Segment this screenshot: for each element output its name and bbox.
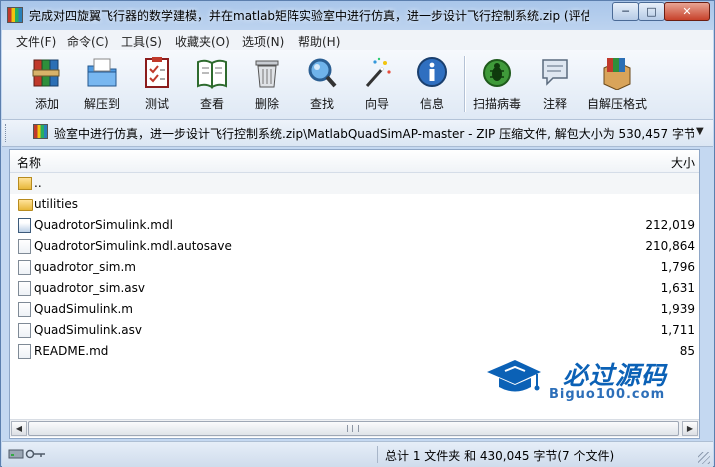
archive-icon — [33, 124, 48, 139]
scan-virus-button[interactable]: 扫描病毒 — [472, 54, 522, 116]
list-header: 名称 大小 — [10, 150, 699, 173]
minimize-button[interactable]: ─ — [612, 2, 639, 21]
file-size: 1,796 — [660, 260, 695, 274]
file-name: quadrotor_sim.m — [34, 260, 136, 274]
file-name: quadrotor_sim.asv — [34, 281, 145, 295]
sfx-label: 自解压格式 — [586, 97, 647, 111]
menu-file[interactable]: 文件(F) — [16, 33, 56, 50]
trash-can-icon — [255, 60, 279, 88]
comment-button[interactable]: 注释 — [530, 54, 580, 116]
drive-key-icon[interactable] — [8, 448, 48, 460]
find-button[interactable]: 查找 — [297, 54, 347, 116]
window-title: 完成对四旋翼飞行器的数学建模，并在matlab矩阵实验室中进行仿真，进一步设计飞… — [29, 9, 589, 23]
file-name: QuadSimulink.m — [34, 302, 133, 316]
graduation-cap-icon — [487, 360, 541, 392]
chevron-down-icon[interactable]: ▼ — [696, 126, 704, 137]
view-book-icon — [197, 59, 227, 89]
delete-button[interactable]: 删除 — [242, 54, 292, 116]
add-archive-icon — [32, 59, 60, 87]
magic-wand-icon — [365, 57, 391, 87]
sfx-package-icon — [603, 58, 631, 90]
sfx-button[interactable]: 自解压格式 — [587, 54, 647, 116]
simulink-file-icon — [18, 218, 31, 233]
winrar-app-icon[interactable] — [7, 7, 23, 23]
file-icon — [18, 323, 31, 338]
file-name: QuadrotorSimulink.mdl.autosave — [34, 239, 232, 253]
file-size: 1,711 — [660, 323, 695, 337]
menu-help[interactable]: 帮助(H) — [298, 33, 340, 50]
file-row[interactable]: QuadSimulink.m 1,939 — [10, 299, 699, 320]
maximize-button[interactable]: □ — [638, 2, 665, 21]
wizard-button[interactable]: 向导 — [352, 54, 402, 116]
column-header-name[interactable]: 名称 — [17, 154, 41, 171]
info-label: 信息 — [419, 97, 444, 111]
title-bar: 完成对四旋翼飞行器的数学建模，并在matlab矩阵实验室中进行仿真，进一步设计飞… — [1, 1, 714, 29]
file-size: 212,019 — [645, 218, 695, 232]
comment-label: 注释 — [542, 97, 567, 111]
file-icon — [18, 281, 31, 296]
folder-icon — [18, 199, 33, 211]
file-size: 1,939 — [660, 302, 695, 316]
file-name: README.md — [34, 344, 109, 358]
parent-folder-icon — [18, 177, 32, 190]
file-row[interactable]: QuadrotorSimulink.mdl 212,019 — [10, 215, 699, 236]
menu-command[interactable]: 命令(C) — [67, 33, 109, 50]
menu-options[interactable]: 选项(N) — [242, 33, 284, 50]
info-icon — [417, 57, 447, 87]
file-row[interactable]: quadrotor_sim.m 1,796 — [10, 257, 699, 278]
file-row[interactable]: utilities — [10, 194, 699, 215]
file-name: utilities — [34, 197, 78, 211]
menu-tools[interactable]: 工具(S) — [121, 33, 162, 50]
resize-grip-icon[interactable] — [698, 452, 710, 464]
status-separator — [377, 446, 378, 463]
address-bar-grip[interactable] — [5, 124, 9, 142]
archive-path[interactable]: 验室中进行仿真，进一步设计飞行控制系统.zip\MatlabQuadSimAP-… — [54, 125, 694, 142]
search-icon — [308, 58, 337, 88]
toolbar: 添加 解压到 测试 查看 删除 查找 向导 信息 扫描病毒 注释 自解压格式 — [2, 50, 713, 120]
watermark-subtitle: Biguo100.com — [549, 387, 666, 402]
horizontal-scrollbar[interactable]: ◀ ▶ — [10, 419, 699, 437]
file-icon — [18, 239, 31, 254]
test-checklist-icon — [145, 57, 169, 88]
file-icon — [18, 302, 31, 317]
view-button[interactable]: 查看 — [187, 54, 237, 116]
menu-favorites[interactable]: 收藏夹(O) — [175, 33, 230, 50]
file-size: 1,631 — [660, 281, 695, 295]
app-window: 完成对四旋翼飞行器的数学建模，并在matlab矩阵实验室中进行仿真，进一步设计飞… — [0, 0, 715, 467]
virus-bug-icon — [483, 59, 511, 87]
status-bar: 总计 1 文件夹 和 430,045 字节(7 个文件) — [2, 441, 713, 467]
file-name: QuadSimulink.asv — [34, 323, 143, 337]
address-bar: 验室中进行仿真，进一步设计飞行控制系统.zip\MatlabQuadSimAP-… — [2, 120, 713, 147]
scroll-thumb[interactable] — [28, 421, 679, 436]
file-name: QuadrotorSimulink.mdl — [34, 218, 173, 232]
file-row-parent[interactable]: .. — [10, 173, 699, 194]
scroll-grip-icon — [347, 425, 359, 432]
file-row[interactable]: QuadrotorSimulink.mdl.autosave 210,864 — [10, 236, 699, 257]
file-icon — [18, 344, 31, 359]
file-size: 210,864 — [645, 239, 695, 253]
watermark-logo: 必过源码 Biguo100.com — [485, 354, 690, 406]
scroll-right-icon[interactable]: ▶ — [682, 421, 698, 436]
extract-button[interactable]: 解压到 — [77, 54, 127, 116]
close-button[interactable]: ✕ — [664, 2, 710, 21]
comment-note-icon — [542, 59, 568, 86]
info-button[interactable]: 信息 — [407, 54, 457, 116]
file-row[interactable]: QuadSimulink.asv 1,711 — [10, 320, 699, 341]
file-name: .. — [34, 176, 42, 190]
file-icon — [18, 260, 31, 275]
scroll-left-icon[interactable]: ◀ — [11, 421, 27, 436]
add-button[interactable]: 添加 — [22, 54, 72, 116]
menu-bar: 文件(F) 命令(C) 工具(S) 收藏夹(O) 选项(N) 帮助(H) — [2, 30, 713, 50]
extract-folder-icon — [87, 58, 117, 87]
test-button[interactable]: 测试 — [132, 54, 182, 116]
status-summary: 总计 1 文件夹 和 430,045 字节(7 个文件) — [385, 449, 615, 463]
file-row[interactable]: quadrotor_sim.asv 1,631 — [10, 278, 699, 299]
column-header-size[interactable]: 大小 — [671, 154, 695, 171]
